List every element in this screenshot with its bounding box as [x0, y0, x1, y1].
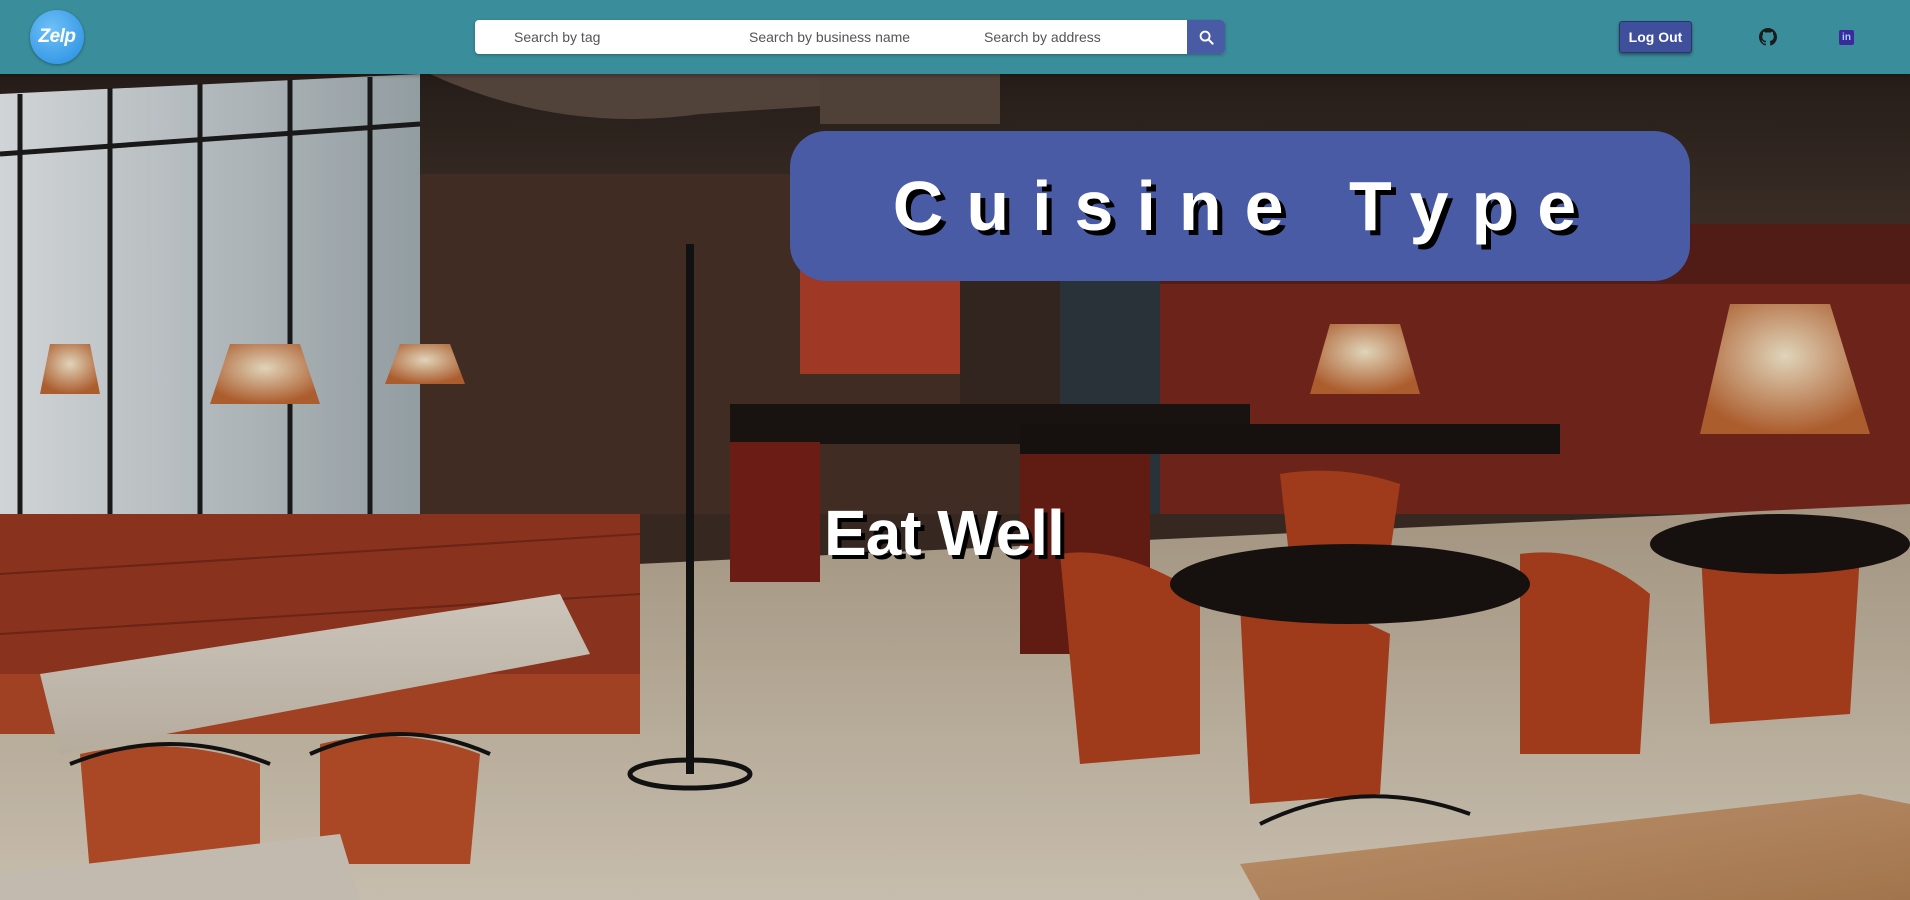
eat-well-tagline: Eat Well — [824, 497, 1065, 569]
cuisine-type-title: Cuisine Type — [892, 167, 1600, 245]
zelp-logo[interactable]: Zelp — [30, 10, 84, 64]
search-business-name-input[interactable] — [749, 20, 949, 54]
top-navbar: Zelp Log Out in — [0, 0, 1910, 74]
logo-text: Zelp — [38, 26, 76, 47]
linkedin-glyph: in — [1842, 32, 1851, 43]
search-bar — [475, 20, 1225, 54]
cuisine-type-banner: Cuisine Type — [790, 131, 1690, 281]
logout-button[interactable]: Log Out — [1619, 21, 1692, 53]
github-icon[interactable] — [1759, 28, 1777, 46]
search-icon — [1199, 30, 1214, 45]
linkedin-icon[interactable]: in — [1839, 30, 1854, 45]
search-button[interactable] — [1187, 20, 1225, 54]
search-tag-input[interactable] — [514, 20, 714, 54]
hero-section: Cuisine Type Eat Well — [0, 74, 1910, 900]
search-address-input[interactable] — [984, 20, 1184, 54]
